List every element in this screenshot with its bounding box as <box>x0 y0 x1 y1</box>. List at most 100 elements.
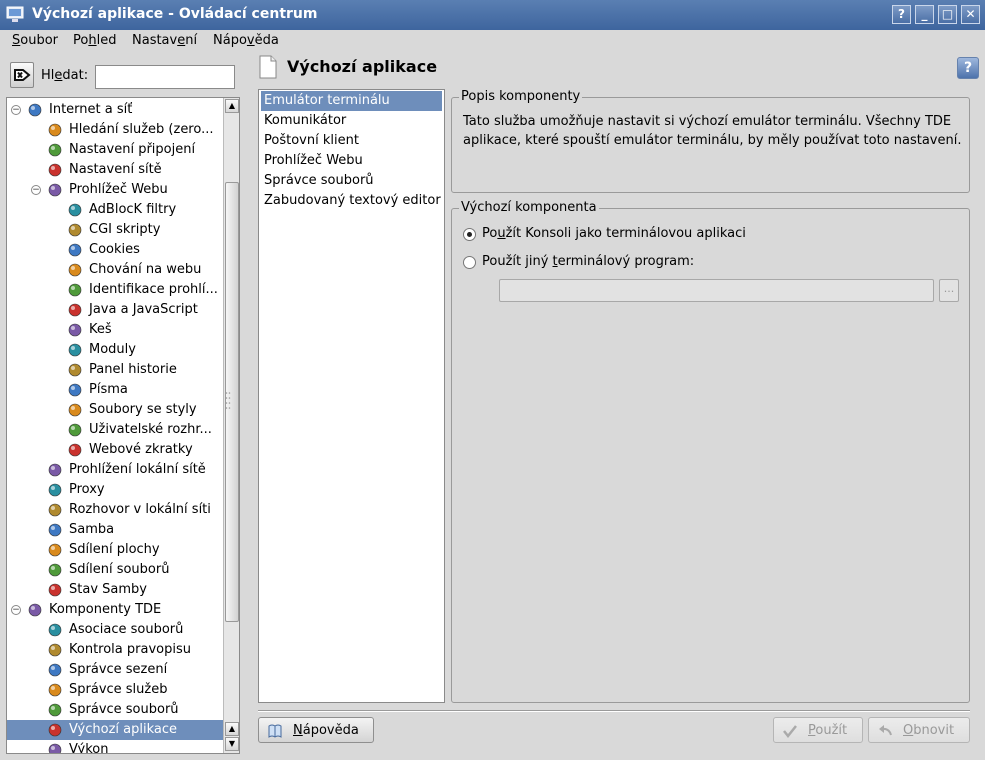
file-sharing-icon <box>48 563 62 577</box>
tree-item[interactable]: Proxy <box>7 480 223 500</box>
component-list-item[interactable]: Prohlížeč Webu <box>261 151 442 171</box>
tree-item[interactable]: Stav Samby <box>7 580 223 600</box>
tree-item[interactable]: CGI skripty <box>7 220 223 240</box>
component-list-item[interactable]: Komunikátor <box>261 111 442 131</box>
window-help-button[interactable]: ? <box>892 5 911 24</box>
use-other-terminal-radio[interactable] <box>463 256 476 269</box>
use-konsole-label[interactable]: Použít Konsoli jako terminálovou aplikac… <box>482 226 746 241</box>
tree-item[interactable]: Písma <box>7 380 223 400</box>
menu-file[interactable]: Soubor <box>12 33 58 48</box>
menu-view-pre: Po <box>73 33 89 48</box>
tree-item-label: AdBlocK filtry <box>89 202 177 217</box>
collapse-icon[interactable]: − <box>11 605 21 615</box>
component-list[interactable]: Emulátor terminálu Komunikátor Poštovní kl… <box>258 89 445 703</box>
tree-item[interactable]: Správce služeb <box>7 680 223 700</box>
tree-item[interactable]: Keš <box>7 320 223 340</box>
collapse-icon[interactable]: − <box>31 185 41 195</box>
help-icon[interactable]: ? <box>957 57 979 79</box>
reset-button[interactable]: Obnovit <box>868 717 970 743</box>
use-konsole-radio[interactable] <box>463 228 476 241</box>
tree-item[interactable]: Prohlížení lokální sítě <box>7 460 223 480</box>
component-list-item[interactable]: Emulátor terminálu <box>261 91 442 111</box>
browse-button[interactable]: ... <box>939 279 959 302</box>
menu-settings-pre: Nastav <box>132 33 178 48</box>
scroll-up-arrow-icon-bottom[interactable]: ▲ <box>225 722 239 736</box>
search-area: Hledat: <box>8 60 240 92</box>
tree-item-label: Sdílení plochy <box>69 542 160 557</box>
close-button[interactable]: ✕ <box>961 5 980 24</box>
collapse-icon[interactable]: − <box>11 105 21 115</box>
tree-item-label: Nastavení sítě <box>69 162 162 177</box>
java-icon <box>68 303 82 317</box>
tree-item[interactable]: Panel historie <box>7 360 223 380</box>
document-icon <box>259 55 277 79</box>
help-button[interactable]: Nápověda <box>258 717 374 743</box>
tree-item-label: Písma <box>89 382 128 397</box>
tree-item-label: Webové zkratky <box>89 442 193 457</box>
tree-item[interactable]: Správce souborů <box>7 700 223 720</box>
reset-button-label: Obnovit <box>903 723 954 738</box>
tree-item[interactable]: Výchozí aplikace <box>7 720 223 740</box>
tree-item[interactable]: − Prohlížeč Webu <box>7 180 223 200</box>
book-icon <box>268 724 282 738</box>
tree-item[interactable]: Sdílení souborů <box>7 560 223 580</box>
help-label-post: ápověda <box>302 723 359 738</box>
tree-item-label: Panel historie <box>89 362 177 377</box>
gear-icon <box>68 223 82 237</box>
tree-item-label: Cookies <box>89 242 140 257</box>
maximize-button[interactable]: □ <box>938 5 957 24</box>
module-tree[interactable]: − Internet a síť Hledání služeb (zero... Na… <box>6 97 240 754</box>
tree-item[interactable]: Rozhovor v lokální síti <box>7 500 223 520</box>
menu-settings[interactable]: Nastavení <box>132 33 197 48</box>
opt2-post: erminálový program: <box>557 254 695 269</box>
tree-item[interactable]: Uživatelské rozhr... <box>7 420 223 440</box>
help-button-label: Nápověda <box>293 723 359 738</box>
menu-view[interactable]: Pohled <box>73 33 116 48</box>
reset-post: bnovit <box>913 723 955 738</box>
scroll-up-arrow-icon[interactable]: ▲ <box>225 99 239 113</box>
tree-item[interactable]: Chování na webu <box>7 260 223 280</box>
tree-item[interactable]: Asociace souborů <box>7 620 223 640</box>
component-list-item[interactable]: Zabudovaný textový editor <box>261 191 442 211</box>
tree-item[interactable]: − Internet a síť <box>7 100 223 120</box>
tree-item-label: Rozhovor v lokální síti <box>69 502 211 517</box>
search-input[interactable] <box>95 65 235 89</box>
tree-item[interactable]: Nastavení sítě <box>7 160 223 180</box>
tree-item[interactable]: Webové zkratky <box>7 440 223 460</box>
component-list-item[interactable]: Poštovní klient <box>261 131 442 151</box>
tree-item[interactable]: Identifikace prohlí... <box>7 280 223 300</box>
tree-scrollbar[interactable]: ▲ ▲ ▼ <box>223 98 239 753</box>
tree-item-label: Prohlížeč Webu <box>69 182 168 197</box>
title-bar[interactable]: Výchozí aplikace - Ovládací centrum ? _ … <box>0 0 985 30</box>
tree-item[interactable]: AdBlocK filtry <box>7 200 223 220</box>
tree-item-label: Chování na webu <box>89 262 202 277</box>
tree-item[interactable]: − Komponenty TDE <box>7 600 223 620</box>
tree-item[interactable]: Moduly <box>7 340 223 360</box>
tree-item[interactable]: Správce sezení <box>7 660 223 680</box>
use-other-terminal-label[interactable]: Použít jiný terminálový program: <box>482 254 694 269</box>
clear-search-button[interactable] <box>10 62 34 88</box>
scroll-down-arrow-icon[interactable]: ▼ <box>225 737 239 751</box>
tree-item[interactable]: Java a JavaScript <box>7 300 223 320</box>
tree-item[interactable]: Soubory se styly <box>7 400 223 420</box>
minimize-button[interactable]: _ <box>915 5 934 24</box>
splitter-handle[interactable] <box>225 390 231 414</box>
desktop-sharing-icon <box>48 543 62 557</box>
tree-item[interactable]: Kontrola pravopisu <box>7 640 223 660</box>
terminal-program-input[interactable] <box>499 279 934 302</box>
tree-item[interactable]: Výkon <box>7 740 223 753</box>
help-mnemonic: N <box>293 723 303 738</box>
tree-item-label: Výchozí aplikace <box>69 722 177 737</box>
apply-button[interactable]: Použít <box>773 717 863 743</box>
lan-chat-icon <box>48 503 62 517</box>
tree-item[interactable]: Sdílení plochy <box>7 540 223 560</box>
tree-item[interactable]: Samba <box>7 520 223 540</box>
component-list-item[interactable]: Správce souborů <box>261 171 442 191</box>
menu-help[interactable]: Nápověda <box>213 33 279 48</box>
cookie-icon <box>68 243 82 257</box>
tree-item-label: Kontrola pravopisu <box>69 642 191 657</box>
opt1-pre: Po <box>482 226 498 241</box>
tree-item[interactable]: Cookies <box>7 240 223 260</box>
tree-item[interactable]: Nastavení připojení <box>7 140 223 160</box>
tree-item[interactable]: Hledání služeb (zero... <box>7 120 223 140</box>
